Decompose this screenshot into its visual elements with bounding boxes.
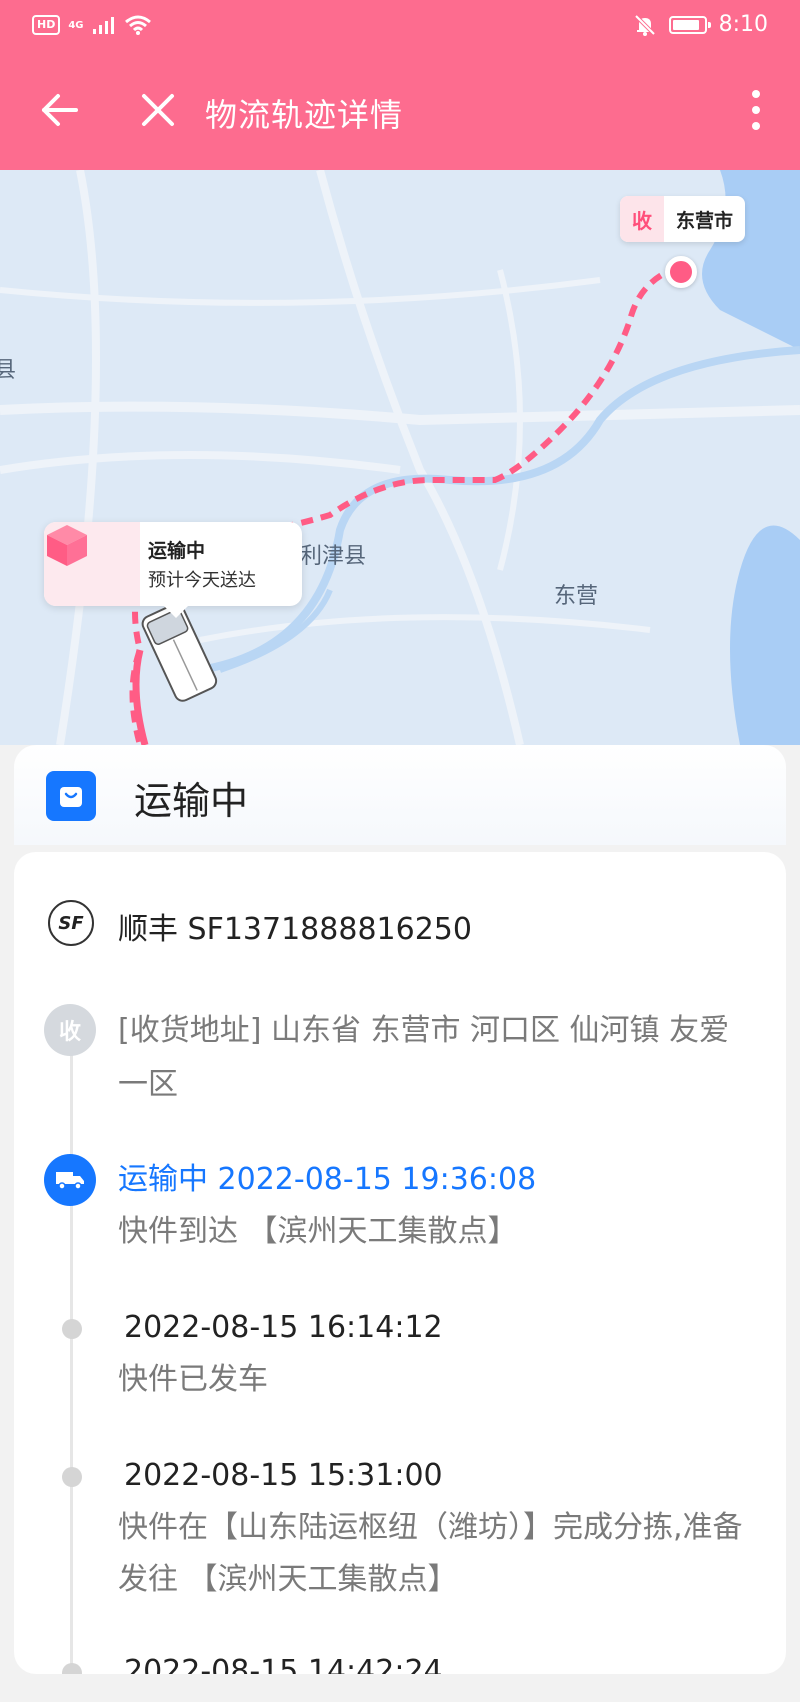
page-title: 物流轨迹详情 (205, 96, 404, 134)
carrier-tracking-number[interactable]: 顺丰 SF1371888816250 (118, 904, 472, 948)
destination-marker (665, 256, 697, 288)
close-icon[interactable] (134, 86, 182, 134)
current-event-time: 2022-08-15 19:36:08 (217, 1162, 537, 1197)
transit-eta: 预计今天送达 (148, 570, 256, 591)
truck-badge-icon (44, 1154, 96, 1206)
battery-icon (668, 15, 711, 34)
wifi-icon (124, 15, 151, 35)
current-event-description: 快件到达 【滨州天工集散点】 (118, 1214, 518, 1249)
shipment-status-title: 运输中 (134, 779, 249, 823)
hd-badge: HD (32, 15, 61, 35)
transit-bubble: 运输中 预计今天送达 (44, 522, 302, 618)
carrier-logo: SF (48, 900, 94, 946)
mute-bell-icon (634, 14, 656, 36)
event-description: 快件已发车 (118, 1362, 268, 1397)
map-label-city: 东营 (554, 584, 599, 609)
event-description: 快件在【山东陆运枢纽（潍坊）】完成分拣,准备发往 【滨州天工集散点】 (118, 1510, 743, 1597)
signal-icon (92, 17, 114, 34)
current-event-header: 运输中 2022-08-15 19:36:08 (118, 1154, 536, 1206)
timeline-dot (62, 1319, 82, 1339)
route-map[interactable]: 利津县 东营 县 收 东营市 运输中 预计今天送达 (0, 170, 800, 745)
transit-status: 运输中 (148, 540, 206, 562)
status-header-card: 运输中 (14, 745, 786, 845)
current-event-status: 运输中 (118, 1162, 208, 1197)
address-badge: 收 (44, 1004, 96, 1056)
app-header: 物流轨迹详情 (0, 56, 800, 170)
status-bar: HD 4G 8:10 (0, 0, 800, 56)
event-time: 2022-08-15 16:14:12 (124, 1310, 443, 1345)
bag-icon (46, 771, 96, 821)
map-label-county: 利津县 (300, 544, 367, 569)
more-options-icon[interactable] (736, 86, 776, 134)
map-label-edge: 县 (0, 358, 17, 383)
package-icon (47, 525, 87, 566)
destination-bubble: 收 东营市 (620, 196, 746, 242)
timeline-line (70, 1022, 73, 1674)
transit-icon-box (44, 522, 140, 606)
back-arrow-icon[interactable] (36, 86, 84, 134)
status-left: HD 4G (32, 14, 152, 36)
event-time: 2022-08-15 15:31:00 (124, 1458, 443, 1493)
timeline-dot (62, 1467, 82, 1487)
destination-name: 东营市 (676, 209, 734, 232)
tracking-detail-card: SF 顺丰 SF1371888816250 收 [收货地址] 山东省 东营市 河… (14, 852, 786, 1674)
event-time: 2022-08-15 14:42:24 (124, 1654, 443, 1674)
status-right: 8:10 (633, 12, 768, 37)
timeline-dot (62, 1663, 82, 1674)
delivery-address: [收货地址] 山东省 东营市 河口区 仙河镇 友爱一区 (118, 1013, 730, 1102)
network-type: 4G (68, 19, 84, 31)
destination-tag: 收 (620, 196, 664, 242)
clock: 8:10 (718, 12, 768, 37)
